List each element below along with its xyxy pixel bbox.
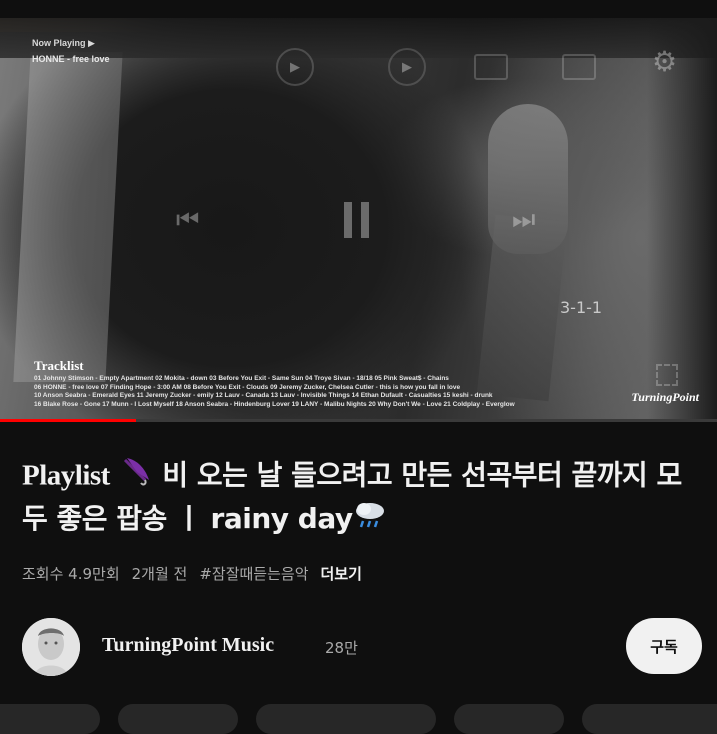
channel-row: TurningPoint Music 28만 구독 (22, 618, 702, 676)
hashtag-link[interactable]: #잠잘때듣는음악 (199, 563, 308, 584)
window-frame-right (647, 18, 717, 422)
now-playing-track: HONNE - free love (32, 54, 110, 64)
tracklist-line: 01 Johnny Stimson - Empty Apartment 02 M… (34, 375, 449, 382)
subscriber-count: 28만 (325, 639, 358, 657)
tracklist-title: Tracklist (34, 358, 84, 373)
action-chip[interactable] (0, 704, 100, 734)
window-pillar (13, 52, 123, 382)
upload-age: 2개월 전 (131, 565, 188, 583)
tracklist: 01 Johnny Stimson - Empty Apartment 02 M… (34, 375, 594, 409)
settings-gear-icon[interactable]: ⚙ (652, 48, 677, 76)
video-title-en: Playlist (22, 459, 110, 492)
fullscreen-icon[interactable] (656, 364, 678, 386)
autoplay-icon[interactable]: ▶ (276, 48, 314, 86)
tracklist-line: 10 Anson Seabra - Emerald Eyes 11 Jeremy… (34, 392, 493, 399)
captions-icon[interactable] (562, 54, 596, 80)
pause-icon[interactable] (344, 202, 369, 238)
cast-icon[interactable] (474, 54, 508, 80)
tracklist-line: 06 HONNE - free love 07 Finding Hope - 3… (34, 383, 461, 391)
now-playing-label: Now Playing ▶ (32, 38, 95, 48)
action-chips-row (0, 704, 717, 734)
umbrella-icon (119, 454, 153, 499)
action-chip[interactable] (454, 704, 564, 734)
channel-name[interactable]: TurningPoint Music (102, 634, 274, 657)
channel-watermark: TurningPoint (631, 390, 699, 404)
action-chip[interactable] (118, 704, 238, 734)
video-player[interactable]: 3-1-1 Now Playing ▶ HONNE - free love ▶ … (0, 18, 717, 422)
scene-sign: 3-1-1 (560, 298, 603, 317)
subscribe-button[interactable]: 구독 (626, 618, 702, 674)
action-chip[interactable] (582, 704, 717, 734)
skip-next-icon[interactable]: ⏭ (512, 204, 535, 236)
video-meta: 조회수 4.9만회 2개월 전 #잠잘때듣는음악 더보기 (22, 563, 362, 584)
video-title[interactable]: Playlist 비 오는 날 들으려고 만든 선곡부터 끝까지 모두 좋은 팝… (22, 454, 702, 541)
cloud-with-rain-icon (353, 500, 387, 541)
window-frame (0, 18, 717, 58)
more-button[interactable]: 더보기 (321, 563, 362, 584)
channel-avatar[interactable] (22, 618, 80, 676)
view-count: 조회수 4.9만회 (22, 565, 120, 583)
action-chip[interactable] (256, 704, 436, 734)
skip-previous-icon[interactable]: ⏮ (176, 204, 199, 236)
tracklist-line: 16 Blake Rose - Gone 17 Munn - I Lost My… (34, 400, 515, 408)
progress-bar-fill (0, 419, 137, 422)
progress-bar[interactable] (0, 419, 717, 422)
play-icon[interactable]: ▶ (388, 48, 426, 86)
